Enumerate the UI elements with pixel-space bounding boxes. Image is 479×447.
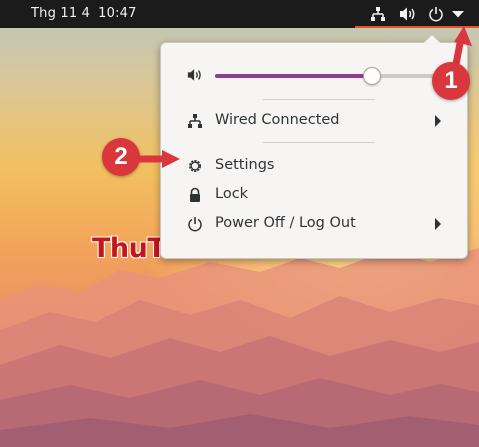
network-wired-icon <box>187 113 203 129</box>
settings-gear-icon <box>187 158 203 174</box>
menu-item-wired-connected[interactable]: Wired Connected <box>161 108 467 134</box>
submenu-arrow-icon <box>435 218 441 230</box>
lock-icon <box>187 187 203 203</box>
menu-item-lock[interactable]: Lock <box>161 182 467 208</box>
menu-item-label: Lock <box>215 186 249 202</box>
volume-slider-knob[interactable] <box>362 67 381 85</box>
callout-arrow-2 <box>138 150 180 168</box>
volume-icon[interactable] <box>397 4 419 24</box>
menu-item-settings[interactable]: Settings <box>161 153 467 179</box>
power-icon <box>187 216 203 232</box>
menu-item-label: Wired Connected <box>215 112 340 128</box>
menu-item-label: Settings <box>215 157 275 173</box>
separator <box>263 99 375 100</box>
network-icon[interactable] <box>368 4 388 24</box>
separator <box>263 142 375 143</box>
top-bar: Thg 11 4 10:47 <box>0 0 479 28</box>
volume-slider-fill <box>215 74 371 78</box>
menu-item-power-off-log-out[interactable]: Power Off / Log Out <box>161 211 467 237</box>
clock[interactable]: Thg 11 4 10:47 <box>31 6 145 21</box>
clock-date: Thg 11 4 <box>31 6 91 21</box>
menu-item-label: Power Off / Log Out <box>215 215 356 231</box>
power-icon[interactable] <box>426 4 446 24</box>
volume-slider[interactable] <box>215 67 441 85</box>
callout-badge-2: 2 <box>102 138 140 176</box>
clock-time: 10:47 <box>98 6 137 21</box>
dropdown-arrow-icon[interactable] <box>450 4 466 24</box>
volume-icon <box>187 67 203 87</box>
callout-badge-1: 1 <box>432 62 470 100</box>
submenu-arrow-icon <box>435 115 441 127</box>
